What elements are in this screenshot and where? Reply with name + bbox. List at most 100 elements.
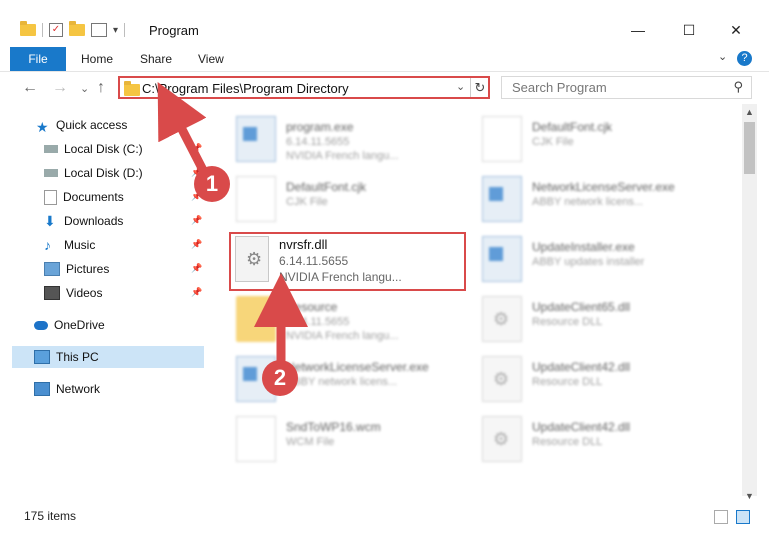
sidebar-item-label: Quick access	[56, 118, 128, 132]
quick-access-toolbar: ✓ ▾	[20, 21, 126, 39]
new-folder-icon[interactable]	[69, 21, 85, 36]
pin-icon: 📌	[191, 239, 203, 249]
list-item[interactable]: NetworkLicenseServer.exe ABBY network li…	[482, 170, 712, 230]
sidebar-item-pictures[interactable]: Pictures 📌	[44, 258, 204, 280]
file-type: Resource DLL	[532, 316, 603, 328]
status-bar: 175 items	[0, 503, 769, 534]
list-item[interactable]: UpdateClient65.dll Resource DLL	[482, 290, 712, 350]
search-icon: ⚲	[733, 79, 743, 94]
sidebar-item-network[interactable]: Network	[34, 378, 204, 400]
sidebar-item-music[interactable]: ♪ Music 📌	[44, 234, 204, 256]
file-icon	[236, 176, 276, 222]
large-icons-view-icon[interactable]	[736, 510, 750, 524]
sidebar-item-label: Documents	[63, 190, 124, 204]
sidebar-item-label: Videos	[66, 286, 103, 300]
address-path[interactable]: C:\Program Files\Program Directory	[142, 81, 349, 96]
pin-icon: 📌	[191, 143, 203, 153]
file-description: ABBY network licens...	[286, 376, 398, 388]
file-name: program.exe	[286, 120, 354, 134]
navigation-pane: ★ Quick access Local Disk (C:) 📌 Local D…	[12, 112, 204, 492]
drive-icon	[44, 145, 58, 153]
cloud-icon	[34, 320, 48, 330]
sidebar-item-onedrive[interactable]: OneDrive	[34, 314, 204, 336]
exe-file-icon	[236, 116, 276, 162]
scroll-down-icon[interactable]: ▼	[742, 488, 757, 504]
list-item[interactable]: UpdateClient42.dll Resource DLL	[482, 410, 712, 470]
file-description: ABBY updates installer	[532, 256, 645, 268]
file-name: DefaultFont.cjk	[532, 120, 613, 134]
list-item[interactable]: UpdateInstaller.exe ABBY updates install…	[482, 230, 712, 290]
properties-icon[interactable]	[91, 23, 107, 37]
list-item[interactable]: DefaultFont.cjk CJK File	[482, 110, 712, 170]
list-item[interactable]: SndToWP16.wcm WCM File	[236, 410, 466, 470]
downloads-icon: ⬇	[44, 213, 56, 229]
file-type: Resource DLL	[532, 376, 603, 388]
scroll-up-icon[interactable]: ▲	[742, 104, 757, 120]
sidebar-item-local-disk-d[interactable]: Local Disk (D:) 📌	[44, 162, 204, 184]
search-box[interactable]: Search Program ⚲	[501, 76, 752, 99]
tab-share[interactable]: Share	[140, 47, 172, 71]
pin-icon: 📌	[191, 215, 203, 225]
address-bar[interactable]: C:\Program Files\Program Directory ⌄ ↻	[118, 76, 490, 99]
documents-icon	[44, 189, 57, 205]
back-button[interactable]: ←	[22, 79, 38, 97]
sidebar-item-documents[interactable]: Documents 📌	[44, 186, 204, 208]
folder-icon	[124, 81, 140, 96]
tab-home[interactable]: Home	[81, 47, 113, 71]
file-name: UpdateClient42.dll	[532, 360, 631, 374]
music-icon: ♪	[44, 237, 51, 253]
file-type: Resource DLL	[532, 436, 603, 448]
file-list: program.exe 6.14.11.5655 NVIDIA French l…	[204, 104, 740, 496]
file-version: 6.14.11.5655	[286, 136, 350, 148]
properties-check-icon[interactable]: ✓	[49, 23, 63, 37]
minimize-button[interactable]: —	[627, 20, 649, 40]
sidebar-item-label: Network	[56, 382, 101, 396]
forward-button[interactable]: →	[52, 79, 68, 97]
file-icon	[236, 416, 276, 462]
customize-dropdown-icon[interactable]: ▾	[113, 25, 118, 36]
sidebar-item-label: Music	[64, 238, 96, 252]
sidebar-item-label: OneDrive	[54, 318, 105, 332]
divider	[124, 23, 126, 37]
sidebar-item-downloads[interactable]: ⬇ Downloads 📌	[44, 210, 204, 232]
file-name: NetworkLicenseServer.exe	[286, 360, 429, 374]
network-icon	[34, 382, 50, 396]
file-name: UpdateInstaller.exe	[532, 240, 635, 254]
refresh-button[interactable]: ↻	[470, 78, 489, 97]
drive-icon	[44, 169, 58, 177]
star-icon: ★	[36, 119, 49, 135]
vertical-scrollbar[interactable]: ▲ ▼	[742, 104, 757, 501]
folder-icon[interactable]	[20, 21, 36, 36]
list-item[interactable]: Resource 6.14.11.5655 NVIDIA French lang…	[236, 290, 466, 350]
search-input[interactable]: Search Program	[512, 80, 607, 95]
window-title: Program	[149, 23, 199, 38]
recent-locations-button[interactable]: ⌄	[80, 82, 89, 95]
tab-file[interactable]: File	[10, 47, 66, 71]
file-name: NetworkLicenseServer.exe	[532, 180, 675, 194]
expand-ribbon-icon[interactable]: ⌄	[718, 50, 727, 63]
ribbon: File Home Share View ⌄ ?	[0, 44, 769, 72]
list-item[interactable]: DefaultFont.cjk CJK File	[236, 170, 466, 230]
file-description: ABBY network licens...	[532, 196, 644, 208]
exe-file-icon	[482, 236, 522, 282]
file-description: NVIDIA French langu...	[286, 330, 399, 342]
sidebar-item-videos[interactable]: Videos 📌	[44, 282, 204, 304]
maximize-button[interactable]: ☐	[678, 20, 700, 40]
help-icon[interactable]: ?	[737, 51, 752, 66]
list-item[interactable]: program.exe 6.14.11.5655 NVIDIA French l…	[236, 110, 466, 170]
file-type: CJK File	[532, 136, 574, 148]
address-dropdown-icon[interactable]: ⌄	[456, 80, 465, 93]
sidebar-item-quick-access[interactable]: ★ Quick access	[36, 114, 204, 136]
title-bar: ✓ ▾ Program — ☐ ✕	[0, 0, 769, 44]
scroll-thumb[interactable]	[744, 122, 755, 174]
tab-view[interactable]: View	[198, 47, 224, 71]
sidebar-item-local-disk-c[interactable]: Local Disk (C:) 📌	[44, 138, 204, 160]
list-item[interactable]: UpdateClient42.dll Resource DLL	[482, 350, 712, 410]
sidebar-item-this-pc[interactable]: This PC	[12, 346, 204, 368]
divider	[42, 23, 43, 37]
details-view-icon[interactable]	[714, 510, 728, 524]
up-button[interactable]: ↑	[97, 79, 105, 97]
pin-icon: 📌	[191, 263, 203, 273]
step-marker-2: 2	[262, 360, 298, 396]
close-button[interactable]: ✕	[725, 20, 747, 40]
